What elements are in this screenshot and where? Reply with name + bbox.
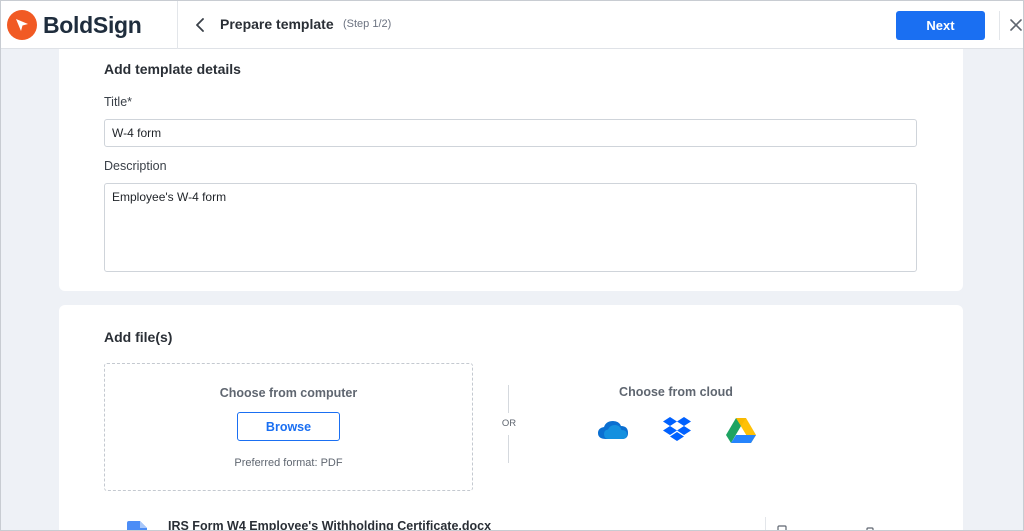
header-divider bbox=[177, 1, 178, 49]
template-details-heading: Add template details bbox=[104, 61, 241, 77]
description-label: Description bbox=[104, 159, 167, 173]
choose-from-computer-label: Choose from computer bbox=[219, 386, 358, 400]
title-input[interactable] bbox=[104, 119, 917, 147]
choose-from-cloud-label: Choose from cloud bbox=[619, 385, 733, 399]
boldsign-logo-icon bbox=[7, 10, 37, 40]
dropbox-icon[interactable] bbox=[659, 415, 695, 445]
or-separator: OR bbox=[501, 418, 517, 429]
file-delete-icon[interactable] bbox=[865, 525, 875, 531]
google-drive-icon[interactable] bbox=[723, 415, 759, 445]
preferred-format-text: Preferred format: PDF bbox=[234, 457, 343, 469]
add-files-heading: Add file(s) bbox=[104, 329, 173, 345]
step-indicator: (Step 1/2) bbox=[343, 18, 392, 30]
next-button[interactable]: Next bbox=[896, 11, 985, 40]
brand-name: BoldSign bbox=[43, 11, 142, 38]
uploaded-file-row: IRS Form W4 Employee's Withholding Certi… bbox=[125, 517, 945, 531]
header-divider-right bbox=[999, 11, 1000, 40]
title-label: Title* bbox=[104, 95, 133, 109]
close-button[interactable] bbox=[1007, 15, 1023, 35]
file-drop-zone[interactable]: Choose from computer Browse Preferred fo… bbox=[104, 363, 473, 491]
brand-logo[interactable]: BoldSign bbox=[7, 9, 142, 41]
browse-button[interactable]: Browse bbox=[237, 412, 340, 441]
file-preview-icon[interactable] bbox=[777, 525, 787, 531]
onedrive-icon[interactable] bbox=[595, 415, 631, 445]
uploaded-file-name: IRS Form W4 Employee's Withholding Certi… bbox=[168, 519, 492, 531]
close-icon bbox=[1010, 19, 1022, 31]
description-textarea[interactable]: Employee's W-4 form bbox=[104, 183, 917, 272]
document-icon bbox=[127, 521, 147, 530]
chevron-left-icon bbox=[196, 18, 204, 32]
app-window: BoldSign Prepare template (Step 1/2) Nex… bbox=[0, 0, 1024, 531]
or-divider-top bbox=[508, 385, 509, 413]
back-button[interactable] bbox=[189, 13, 211, 37]
or-divider-bottom bbox=[508, 435, 509, 463]
page-title: Prepare template bbox=[220, 16, 334, 32]
add-files-card: Add file(s) Choose from computer Browse … bbox=[59, 305, 963, 531]
template-details-card: Add template details Title* Description … bbox=[59, 49, 963, 291]
top-bar: BoldSign Prepare template (Step 1/2) Nex… bbox=[1, 1, 1023, 49]
file-actions-divider bbox=[765, 517, 766, 530]
